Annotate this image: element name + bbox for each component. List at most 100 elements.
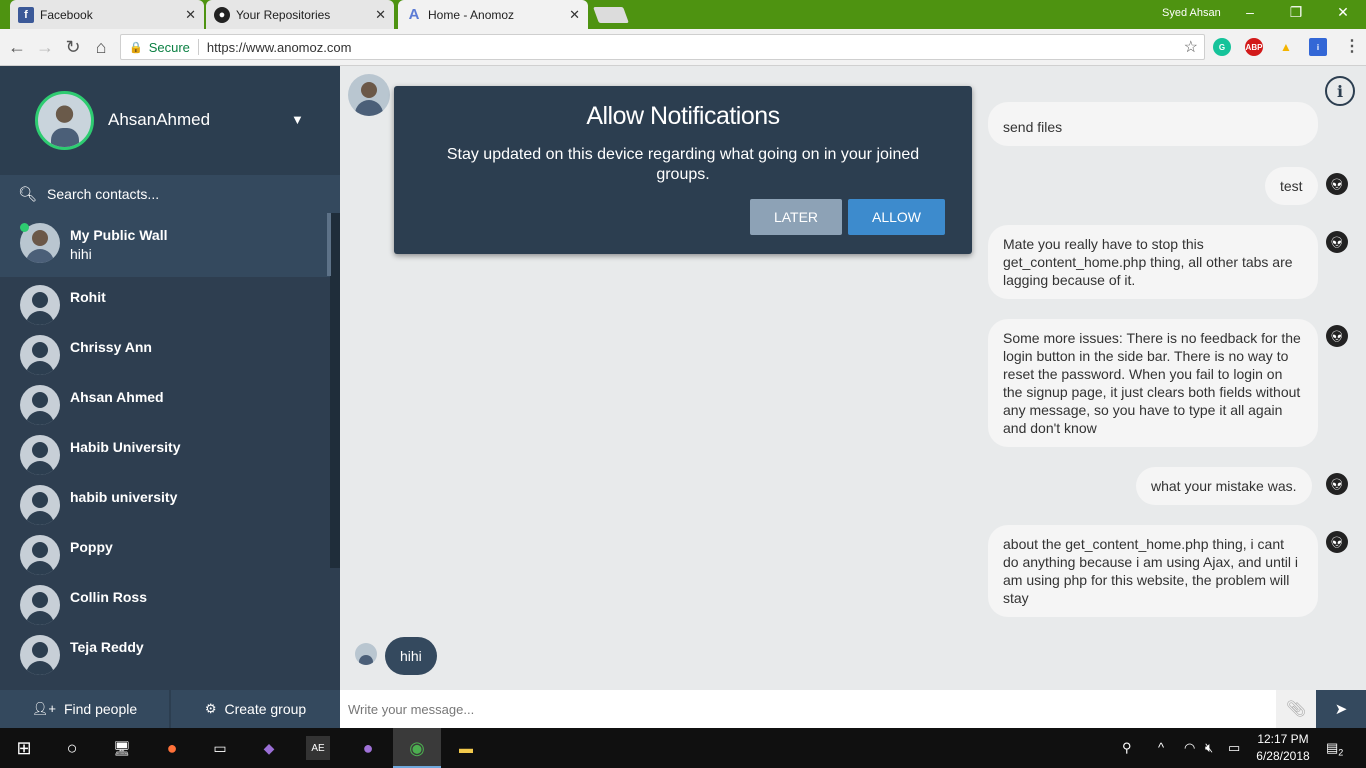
message-text: test xyxy=(1280,178,1303,194)
close-icon[interactable]: ✕ xyxy=(185,7,196,23)
online-status-dot xyxy=(20,223,29,232)
google-drive-icon[interactable]: ▲ xyxy=(1277,38,1295,56)
extension-icon[interactable]: i xyxy=(1309,38,1327,56)
message-text: send files xyxy=(1003,119,1063,135)
default-avatar-icon xyxy=(20,285,60,325)
divider xyxy=(197,39,199,55)
tab-anomoz[interactable]: A Home - Anomoz ✕ xyxy=(398,0,588,29)
sidebar-actions: 👤︎+ Find people ⚙ Create group xyxy=(0,690,340,728)
create-group-button[interactable]: ⚙ Create group xyxy=(169,690,340,728)
browser-menu-icon[interactable]: ⋮ xyxy=(1344,36,1360,56)
system-clock[interactable]: 12:17 PM 6/28/2018 xyxy=(1252,731,1314,765)
search-input[interactable]: Search contacts... xyxy=(47,186,159,202)
reload-icon[interactable]: ↻ xyxy=(62,36,84,58)
grammarly-icon[interactable]: G xyxy=(1213,38,1231,56)
battery-icon[interactable]: ▭ xyxy=(1228,740,1240,756)
contact-name: habib university xyxy=(70,489,178,505)
profile-header: AhsanAhmed ▼ xyxy=(0,66,340,175)
paperclip-icon[interactable]: 📎︎ xyxy=(1276,690,1316,728)
alien-avatar-icon: 👽︎ xyxy=(1326,173,1348,195)
default-avatar-icon xyxy=(20,485,60,525)
address-bar[interactable]: 🔒 Secure https://www.anomoz.com ☆ xyxy=(120,34,1205,60)
default-avatar-icon xyxy=(20,385,60,425)
cortana-icon[interactable]: ○ xyxy=(60,736,84,760)
browser-user-name[interactable]: Syed Ahsan xyxy=(1162,7,1221,19)
github-icon: ● xyxy=(214,6,230,23)
later-button[interactable]: LATER xyxy=(750,199,842,235)
allow-button[interactable]: ALLOW xyxy=(848,199,945,235)
browser-tab-strip: f Facebook ✕ ● Your Repositories ✕ A Hom… xyxy=(0,0,1366,29)
forward-icon[interactable]: → xyxy=(34,36,56,58)
send-button[interactable]: ➤ xyxy=(1316,690,1366,728)
profile-name[interactable]: AhsanAhmed xyxy=(108,110,210,130)
chevron-down-icon[interactable]: ▼ xyxy=(291,112,304,127)
contact-list-scrollbar[interactable] xyxy=(330,213,340,568)
tab-github[interactable]: ● Your Repositories ✕ xyxy=(206,0,394,29)
message-bubble: about the get_content_home.php thing, i … xyxy=(988,525,1318,617)
contact-name: Teja Reddy xyxy=(70,639,144,655)
contact-item[interactable]: Teja Reddy xyxy=(0,627,340,677)
firefox-icon[interactable]: ● xyxy=(160,736,184,760)
create-group-label: Create group xyxy=(224,701,307,717)
alien-avatar-icon: 👽︎ xyxy=(1326,473,1348,495)
notification-count-badge: 2 xyxy=(1338,747,1344,758)
anomoz-icon: A xyxy=(408,6,420,23)
github-desktop-icon[interactable]: ● xyxy=(356,736,380,760)
restore-icon[interactable]: ❐ xyxy=(1286,4,1306,21)
contact-name: Habib University xyxy=(70,439,181,455)
url-text[interactable]: https://www.anomoz.com xyxy=(207,40,352,55)
volume-muted-icon[interactable]: 🔇︎ xyxy=(1205,740,1213,756)
minimize-icon[interactable]: – xyxy=(1240,4,1260,20)
folder-icon[interactable]: ▬ xyxy=(454,736,478,760)
bookmark-star-icon[interactable]: ☆ xyxy=(1184,37,1198,57)
scroll-thumb[interactable] xyxy=(327,213,331,276)
visual-studio-icon[interactable]: ◆ xyxy=(257,736,281,760)
search-icon: 🔍︎ xyxy=(18,186,38,203)
contact-item[interactable]: Ahsan Ahmed xyxy=(0,377,340,427)
contact-item[interactable]: Chrissy Ann xyxy=(0,327,340,377)
lock-icon: 🔒 xyxy=(129,41,143,54)
people-icon[interactable]: ⚲ xyxy=(1122,740,1132,756)
find-people-button[interactable]: 👤︎+ Find people xyxy=(0,690,169,728)
contact-item[interactable]: Poppy xyxy=(0,527,340,577)
chevron-up-icon[interactable]: ^ xyxy=(1158,740,1164,755)
windows-start-icon[interactable]: ⊞ xyxy=(12,736,36,760)
notification-center-icon[interactable]: ▤2 xyxy=(1326,740,1343,758)
wifi-icon[interactable]: ◠ xyxy=(1184,740,1195,756)
contact-item[interactable]: Habib University xyxy=(0,427,340,477)
close-window-icon[interactable]: ✕ xyxy=(1333,4,1353,21)
back-icon[interactable]: ← xyxy=(6,36,28,58)
adblock-plus-icon[interactable]: ABP xyxy=(1245,38,1263,56)
search-contacts[interactable]: 🔍︎ Search contacts... xyxy=(0,175,340,213)
browser-toolbar: ← → ↻ ⌂ 🔒 Secure https://www.anomoz.com … xyxy=(0,29,1366,66)
chrome-icon[interactable]: ◉ xyxy=(405,736,429,760)
default-avatar-icon xyxy=(20,585,60,625)
contact-item[interactable]: My Public Wall hihi xyxy=(0,213,340,277)
tab-title: Home - Anomoz xyxy=(428,7,515,22)
contact-name: Poppy xyxy=(70,539,113,555)
default-avatar-icon xyxy=(20,435,60,475)
after-effects-icon[interactable]: AE xyxy=(306,736,330,760)
contact-name: Ahsan Ahmed xyxy=(70,389,164,405)
info-icon[interactable]: i xyxy=(1325,76,1355,106)
avatar[interactable] xyxy=(35,91,94,150)
tab-facebook[interactable]: f Facebook ✕ xyxy=(10,0,204,29)
close-icon[interactable]: ✕ xyxy=(375,7,386,23)
contact-item[interactable]: habib university xyxy=(0,477,340,527)
home-icon[interactable]: ⌂ xyxy=(90,36,112,58)
contact-name: Collin Ross xyxy=(70,589,148,605)
remote-desktop-icon[interactable]: ▭ xyxy=(208,736,232,760)
message-text: Some more issues: There is no feedback f… xyxy=(1003,330,1301,436)
message-text: what your mistake was. xyxy=(1151,478,1297,494)
add-user-icon: 👤︎+ xyxy=(31,701,56,716)
avatar[interactable] xyxy=(348,74,390,116)
contact-item[interactable]: Rohit xyxy=(0,277,340,327)
find-people-label: Find people xyxy=(63,701,138,717)
new-tab-button[interactable] xyxy=(593,7,629,23)
message-text: Mate you really have to stop this get_co… xyxy=(1003,236,1293,288)
default-avatar-icon xyxy=(20,335,60,375)
close-icon[interactable]: ✕ xyxy=(569,7,580,23)
message-input[interactable] xyxy=(340,690,1276,728)
file-explorer-app-icon[interactable]: 🖥︎ xyxy=(110,736,134,760)
contact-item[interactable]: Collin Ross xyxy=(0,577,340,627)
